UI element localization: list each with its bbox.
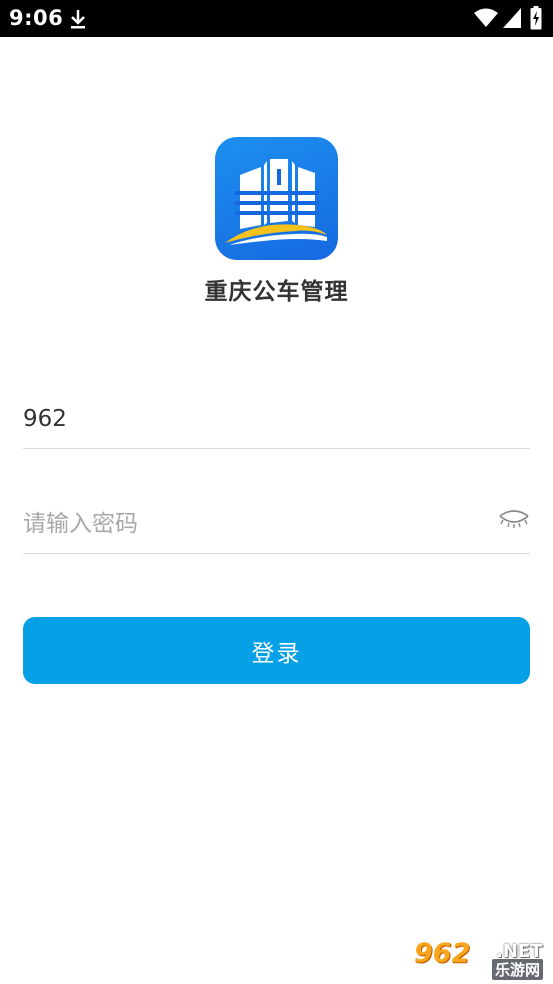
wifi-icon [474, 8, 498, 27]
username-input[interactable] [23, 389, 483, 448]
app-name: 重庆公车管理 [204, 279, 349, 305]
download-icon [71, 10, 85, 29]
eye-closed-icon[interactable] [498, 508, 530, 530]
app-logo [215, 137, 338, 260]
status-bar: 9:06 [0, 0, 553, 37]
status-time: 9:06 [9, 6, 64, 30]
username-field-container [23, 389, 530, 449]
watermark-site: 乐游网 [492, 959, 544, 980]
signal-icon [503, 8, 521, 28]
login-button[interactable]: 登录 [23, 617, 530, 684]
password-field-container [23, 494, 530, 554]
battery-charging-icon [530, 6, 542, 30]
watermark-number: 962 [414, 938, 471, 969]
building-logo-icon [225, 159, 327, 245]
password-input[interactable] [23, 494, 483, 553]
watermark: 962 .NET 乐游网 [414, 938, 548, 980]
